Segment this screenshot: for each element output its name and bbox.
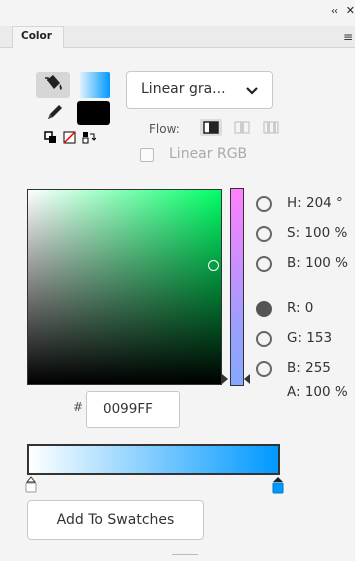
color-tool-icons xyxy=(44,130,97,144)
linear-rgb-label: Linear RGB xyxy=(169,146,248,162)
flow-reflect-icon xyxy=(234,121,250,134)
radio-red[interactable] xyxy=(256,301,272,317)
saturation-value[interactable]: S: 100 % xyxy=(287,225,347,241)
tab-color-label: Color xyxy=(21,30,52,42)
panel-tab-bar: Color ≡ xyxy=(0,26,355,48)
fill-type-dropdown[interactable]: Linear gra... xyxy=(126,71,273,109)
flow-extend-icon xyxy=(203,121,219,134)
chevron-down-icon xyxy=(246,87,258,95)
blue-value[interactable]: B: 255 xyxy=(287,360,331,376)
color-field[interactable] xyxy=(27,189,222,385)
close-panel-icon[interactable]: ✕ xyxy=(346,4,355,17)
radio-blue[interactable] xyxy=(256,361,272,377)
flow-repeat-icon xyxy=(263,121,279,134)
hue-value[interactable]: H: 204 ° xyxy=(287,195,343,211)
add-to-swatches-button[interactable]: Add To Swatches xyxy=(27,500,204,540)
fill-type-value: Linear gra... xyxy=(141,81,226,97)
stroke-color-swatch[interactable] xyxy=(77,101,110,125)
hex-value: 0099FF xyxy=(103,401,153,417)
add-to-swatches-label: Add To Swatches xyxy=(56,512,175,528)
hex-input[interactable]: 0099FF xyxy=(86,391,180,428)
hue-slider[interactable] xyxy=(230,188,244,386)
gradient-stop-white[interactable] xyxy=(25,476,37,494)
alpha-value[interactable]: A: 100 % xyxy=(287,384,348,400)
radio-green[interactable] xyxy=(256,331,272,347)
flow-repeat-button[interactable] xyxy=(260,119,282,136)
radio-saturation[interactable] xyxy=(256,226,272,242)
radio-brightness[interactable] xyxy=(256,256,272,272)
fill-color-swatch[interactable] xyxy=(80,72,110,98)
panel-title-strip: ‹‹ ✕ xyxy=(0,0,355,26)
menu-icon[interactable]: ≡ xyxy=(343,30,353,44)
flow-label: Flow: xyxy=(149,122,180,136)
hue-slider-handle-left[interactable] xyxy=(222,374,228,384)
gradient-bar[interactable] xyxy=(27,444,280,475)
green-value[interactable]: G: 153 xyxy=(287,330,332,346)
pencil-icon[interactable] xyxy=(44,102,66,126)
paint-bucket-icon xyxy=(45,75,62,90)
brightness-value[interactable]: B: 100 % xyxy=(287,255,348,271)
flow-extend-button[interactable] xyxy=(200,119,222,136)
collapse-panel-icon[interactable]: ‹‹ xyxy=(331,6,338,17)
fill-color-button[interactable] xyxy=(36,72,70,98)
linear-rgb-checkbox[interactable] xyxy=(140,148,154,162)
flow-reflect-button[interactable] xyxy=(231,119,253,136)
radio-hue[interactable] xyxy=(256,196,272,212)
no-color-icon[interactable] xyxy=(63,131,76,144)
gradient-stop-blue[interactable] xyxy=(271,476,285,494)
color-field-cursor[interactable] xyxy=(208,260,219,271)
black-white-icon[interactable] xyxy=(44,131,57,144)
swap-colors-icon[interactable] xyxy=(82,131,97,144)
hex-prefix: # xyxy=(73,400,84,414)
tab-color[interactable]: Color xyxy=(12,26,64,48)
hue-slider-handle-right[interactable] xyxy=(244,374,250,384)
red-value[interactable]: R: 0 xyxy=(287,300,313,316)
